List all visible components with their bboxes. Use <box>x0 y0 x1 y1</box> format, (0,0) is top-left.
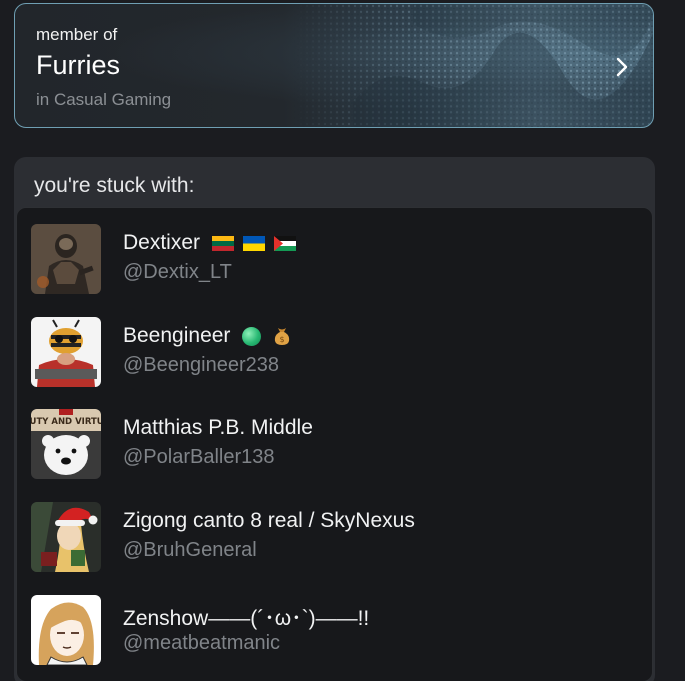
user-name-text: Beengineer <box>123 324 231 347</box>
armored-soldier-avatar <box>31 224 101 294</box>
user-row[interactable]: Dextixer @Dextix_LT <box>17 210 652 294</box>
user-row[interactable]: Beengineer $ @Beengineer238 <box>17 303 652 387</box>
community-name: Furries <box>36 50 121 80</box>
stuck-with-panel: you're stuck with: Dextixer @Dextix_LT B… <box>14 157 655 681</box>
polar-bear-avatar: DUTY AND VIRTUE <box>31 409 101 479</box>
parent-community: in Casual Gaming <box>36 90 172 109</box>
user-name: Dextixer <box>123 231 299 255</box>
bee-engineer-avatar <box>31 317 101 387</box>
user-handle: @meatbeatmanic <box>123 632 281 654</box>
green-circle-icon <box>242 326 262 346</box>
svg-text:$: $ <box>280 335 285 344</box>
user-handle: @BruhGeneral <box>123 539 257 561</box>
lithuania-flag-icon <box>211 236 234 252</box>
money-bag-icon: $ <box>274 328 290 346</box>
svg-text:DUTY AND VIRTUE: DUTY AND VIRTUE <box>31 417 101 427</box>
anime-character-avatar <box>31 595 101 665</box>
member-of-label: member of <box>36 25 118 44</box>
page: member of Furries in Casual Gaming you'r… <box>0 0 685 681</box>
santa-hat-character-avatar <box>31 502 101 572</box>
chevron-right-icon[interactable] <box>615 56 629 78</box>
user-list: Dextixer @Dextix_LT Beengineer $ @Beengi… <box>16 207 653 681</box>
flag-badges <box>211 231 299 255</box>
ukraine-flag-icon <box>242 236 265 252</box>
user-row[interactable]: Zigong canto 8 real / SkyNexus @BruhGene… <box>17 488 652 572</box>
community-banner-texture <box>293 4 653 127</box>
user-name: Zigong canto 8 real / SkyNexus <box>123 509 415 532</box>
user-row[interactable]: DUTY AND VIRTUE Matthias P.B. Middle @Po… <box>17 395 652 479</box>
palestine-flag-icon <box>273 236 296 252</box>
user-handle: @Beengineer238 <box>123 354 279 376</box>
user-handle: @Dextix_LT <box>123 261 232 283</box>
user-name: Zenshow——(´･ω･`)——!! <box>123 607 370 630</box>
user-row[interactable]: Zenshow——(´･ω･`)——!! @meatbeatmanic <box>17 581 652 665</box>
user-name: Matthias P.B. Middle <box>123 416 313 439</box>
panel-title: you're stuck with: <box>34 174 195 197</box>
user-name-text: Dextixer <box>123 231 201 254</box>
user-handle: @PolarBaller138 <box>123 446 275 468</box>
community-card[interactable]: member of Furries in Casual Gaming <box>14 3 654 128</box>
user-name: Beengineer $ <box>123 324 291 348</box>
